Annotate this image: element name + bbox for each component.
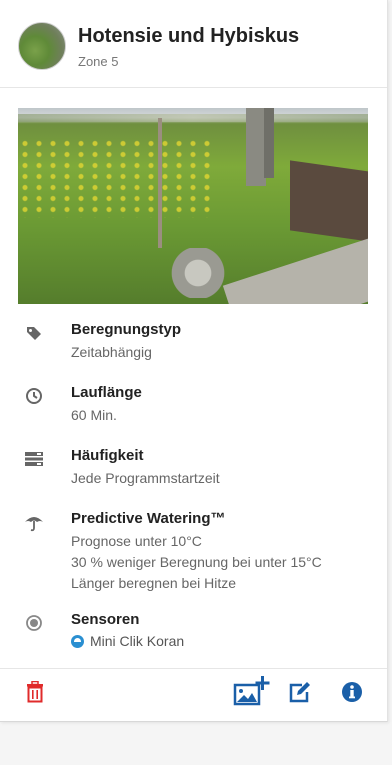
target-icon [26,615,42,631]
zone-subtitle: Zone 5 [78,54,119,69]
info-icon[interactable] [341,681,363,703]
umbrella-icon [25,517,43,532]
list-icon [25,452,43,466]
run-time-value: 60 Min. [71,407,117,423]
edit-icon[interactable] [288,681,312,703]
zone-title: Hotensie und Hybiskus [78,25,300,47]
zone-photo [18,108,368,304]
tag-icon [27,327,41,340]
trash-icon[interactable] [25,681,45,703]
clock-icon [26,388,42,404]
sensors-label: Sensoren [71,611,140,628]
predictive-watering-label: Predictive Watering™ [71,510,226,527]
sensor-icon [71,635,84,648]
irrigation-type-label: Beregnungstyp [71,321,182,338]
image-plus-icon[interactable] [233,676,271,706]
zone-avatar[interactable] [18,22,66,70]
irrigation-type-value: Zeitabhängig [71,344,152,360]
zone-card: Hotensie und Hybiskus Zone 5 Beregnungst… [0,0,388,722]
predictive-line-3: Länger beregnen bei Hitze [71,575,237,591]
card-footer [0,668,387,722]
sensor-name: Mini Clik Koran [90,633,185,649]
frequency-label: Häufigkeit [71,447,144,464]
frequency-value: Jede Programmstartzeit [71,470,220,486]
predictive-line-2: 30 % weniger Beregnung bei unter 15°C [71,554,322,570]
card-header: Hotensie und Hybiskus Zone 5 [0,0,387,88]
run-time-label: Lauflänge [71,384,142,401]
sensor-item[interactable]: Mini Clik Koran [71,633,184,649]
predictive-line-1: Prognose unter 10°C [71,533,202,549]
